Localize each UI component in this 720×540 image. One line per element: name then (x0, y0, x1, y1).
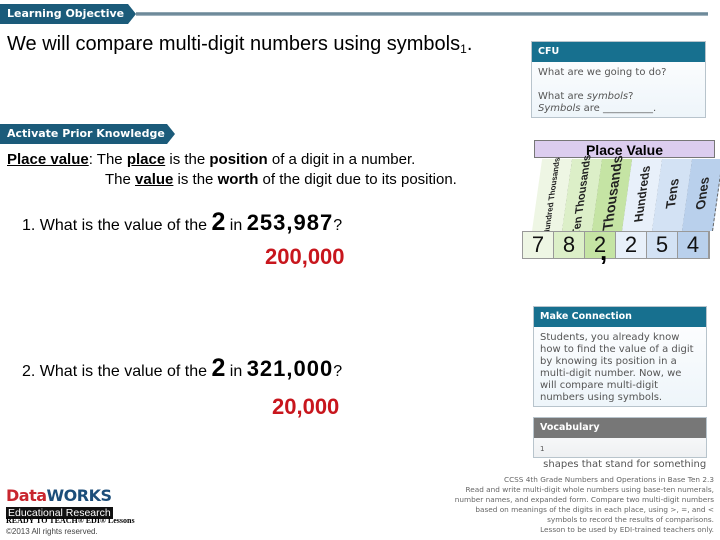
column-label: Tens (662, 177, 682, 210)
question-mid: in (225, 217, 247, 234)
answer-2: 20,000 (272, 394, 340, 419)
place-value-digit: 5 (647, 232, 678, 258)
learning-objective-banner: Learning Objective (0, 4, 136, 24)
underlined-word: place (126, 151, 166, 168)
column-label: Ten Thousands (570, 153, 594, 237)
question-1: 1. What is the value of the 2 in 253,987… (22, 208, 342, 237)
cfu-q3-em: Symbols (538, 103, 581, 114)
text: is the (173, 171, 218, 188)
column-label: Hundreds (631, 165, 654, 223)
bold-word: worth (217, 171, 259, 188)
footnote-mark: 1 (460, 42, 467, 56)
cfu-q2-em: symbols (586, 91, 629, 102)
logo-data: Data (6, 486, 47, 505)
standards-line: Lesson to be used by EDI-trained teacher… (540, 525, 714, 534)
question-number: 253,987 (246, 210, 334, 235)
column-label: Ones (692, 176, 713, 211)
cfu-question-1: What are we going to do? (538, 67, 667, 78)
question-digit: 2 (211, 208, 226, 236)
answer-1: 200,000 (265, 244, 345, 269)
place-value-digit: 4 (678, 232, 709, 258)
place-value-digit: 7 (523, 232, 554, 258)
cfu-q2-post: ? (628, 91, 634, 102)
cfu-q2-pre: What are (538, 91, 587, 102)
text: of a digit in a number. (267, 151, 416, 168)
column-label: Hundred Thousands (541, 156, 562, 237)
cfu-q3-post: are __________. (580, 103, 657, 114)
definition-line-2: The value is the worth of the digit due … (7, 170, 457, 190)
standards-text: CCSS 4th Grade Numbers and Operations in… (414, 475, 714, 535)
question-mid: in (225, 363, 247, 380)
question-number: 321,000 (246, 356, 334, 381)
place-value-chart: Place Value Hundred Thousands Ten Thousan… (516, 138, 720, 266)
question-suffix: ? (333, 363, 343, 380)
place-value-definition: Place value: The place is the position o… (7, 150, 457, 190)
question-digit: 2 (211, 354, 226, 382)
make-connection-text: Students, you already know how to find t… (540, 332, 694, 403)
text: of the digit due to its position. (258, 171, 457, 188)
standards-line: number names, and expanded form. Compare… (454, 495, 714, 504)
column-label: Thousands (598, 154, 626, 232)
text: The (105, 171, 136, 188)
logo-works: WORKS (46, 486, 113, 505)
vocabulary-entry: 1 shapes that stand for something (534, 438, 706, 476)
ready-to-teach: READY TO TEACH® EDI® Lessons (6, 516, 135, 525)
place-value-digit: 2 (616, 232, 647, 258)
place-value-digit: 8 (554, 232, 585, 258)
question-2: 2. What is the value of the 2 in 321,000… (22, 354, 342, 383)
question-prefix: 2. What is the value of the (22, 363, 212, 380)
digit-row: 782254 (522, 231, 710, 259)
standards-line: Read and write multi-digit whole numbers… (465, 485, 714, 494)
objective-period: . (466, 33, 473, 55)
cfu-question-3: Symbols are __________. (538, 103, 699, 115)
make-connection-card: Make Connection Students, you already kn… (533, 306, 707, 407)
make-connection-title: Make Connection (534, 307, 706, 327)
learning-objective-text: We will compare multi-digit numbers usin… (7, 33, 472, 56)
standards-line: based on meanings of the digits in each … (475, 505, 714, 514)
standards-line: symbols to record the results of compari… (547, 515, 714, 524)
activate-prior-knowledge-banner: Activate Prior Knowledge (0, 124, 175, 144)
definition-line-1: Place value: The place is the position o… (7, 150, 457, 170)
term: Place value (7, 151, 89, 168)
standards-line: CCSS 4th Grade Numbers and Operations in… (503, 475, 714, 484)
cfu-card: CFU What are we going to do? What are sy… (531, 41, 706, 118)
text: is the (165, 151, 210, 168)
thousands-comma: , (600, 236, 608, 266)
text: The (92, 151, 127, 168)
bold-word: position (209, 151, 268, 168)
underlined-word: value (135, 171, 174, 188)
copyright: ©2013 All rights reserved. (6, 527, 98, 536)
vocabulary-card: Vocabulary 1 shapes that stand for somet… (533, 417, 707, 470)
vocabulary-title: Vocabulary (534, 418, 706, 438)
question-suffix: ? (333, 217, 343, 234)
cfu-title: CFU (532, 42, 705, 62)
objective-text: We will compare multi-digit numbers usin… (7, 33, 461, 55)
question-prefix: 1. What is the value of the (22, 217, 212, 234)
cfu-question-2: What are symbols? (538, 91, 699, 103)
header-rule (136, 12, 708, 16)
vocab-mark: 1 (540, 445, 545, 453)
vocab-text: shapes that stand for something (540, 459, 707, 471)
